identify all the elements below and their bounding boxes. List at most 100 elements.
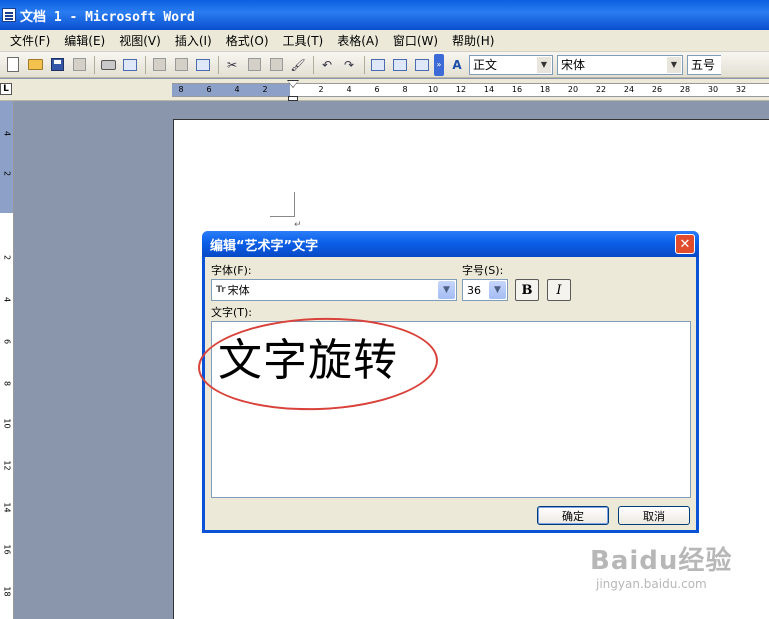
ruler-tick: 16 (511, 85, 523, 94)
hyperlink-icon (371, 58, 385, 71)
menu-edit[interactable]: 编辑(E) (64, 32, 113, 49)
ruler-tick: 2 (318, 85, 324, 94)
ruler-tick: 12 (2, 460, 12, 471)
ruler-tick: 14 (2, 502, 12, 513)
ok-button[interactable]: 确定 (537, 506, 609, 525)
menu-window[interactable]: 窗口(W) (393, 32, 446, 49)
cancel-button[interactable]: 取消 (618, 506, 690, 525)
ruler-tick: 8 (178, 85, 184, 94)
spelling-button[interactable] (171, 55, 191, 75)
size-combo[interactable]: 36 ▼ (462, 279, 508, 301)
close-icon: ✕ (679, 236, 691, 252)
chevron-down-icon[interactable]: ▼ (438, 281, 455, 299)
style-select[interactable]: 正文 ▼ (469, 54, 553, 75)
ruler-tick: 8 (402, 85, 408, 94)
font-combo[interactable]: Tr 宋体 ▼ (211, 279, 457, 301)
indent-markers[interactable] (287, 80, 299, 101)
menu-tools[interactable]: 工具(T) (283, 32, 332, 49)
toolbar-separator (145, 55, 146, 74)
ruler-tick: 6 (206, 85, 212, 94)
hyperlink-button[interactable] (368, 55, 388, 75)
print-icon (100, 59, 116, 70)
standard-toolbar: ✂ 🖌 ↶ ↷ » A 正文 ▼ 宋体 ▼ 五号 (0, 52, 769, 78)
ruler-tick: 6 (2, 338, 12, 345)
print-preview-button[interactable] (120, 55, 140, 75)
ruler-tick: 2 (2, 170, 12, 177)
ruler-tick: 10 (2, 418, 12, 429)
menu-view[interactable]: 视图(V) (119, 32, 169, 49)
close-button[interactable]: ✕ (675, 234, 695, 254)
font-label: 字体(F): (211, 264, 252, 277)
menu-insert[interactable]: 插入(I) (175, 32, 220, 49)
chevron-down-icon[interactable]: ▼ (489, 281, 506, 299)
bold-button[interactable]: B (515, 279, 539, 301)
ruler-tick: 14 (483, 85, 495, 94)
find-icon (196, 58, 210, 71)
baidu-logo: Baidu经验 (590, 546, 733, 576)
new-document-button[interactable] (3, 55, 23, 75)
tables-borders-button[interactable] (390, 55, 410, 75)
insert-table-button[interactable] (412, 55, 432, 75)
ruler-tick: 10 (427, 85, 439, 94)
toolbar-separator (218, 55, 219, 74)
font-combo-value: 宋体 (227, 284, 250, 297)
open-button[interactable] (25, 55, 45, 75)
truetype-font-icon: Tr (216, 285, 226, 295)
toolbar-options-button[interactable]: » (434, 53, 444, 76)
save-icon (50, 58, 64, 71)
menu-help[interactable]: 帮助(H) (452, 32, 502, 49)
ruler-tick: 4 (234, 85, 240, 94)
ruler-tick: 16 (2, 544, 12, 555)
size-label: 字号(S): (462, 264, 504, 277)
dialog-titlebar: 编辑“艺术字”文字 ✕ (202, 231, 699, 257)
italic-button[interactable]: I (547, 279, 571, 301)
undo-button[interactable]: ↶ (317, 55, 337, 75)
left-indent-marker[interactable] (288, 96, 298, 101)
paragraph-mark-icon: ↵ (294, 220, 302, 230)
save-button[interactable] (47, 55, 67, 75)
ruler-tick: 32 (735, 85, 747, 94)
horizontal-ruler: L 8 6 4 2 2 4 6 8 10 12 14 16 18 20 22 2… (0, 79, 769, 101)
research-button[interactable] (149, 55, 169, 75)
permission-icon (72, 58, 86, 71)
menu-format[interactable]: 格式(O) (226, 32, 277, 49)
ruler-tick: 6 (374, 85, 380, 94)
open-folder-icon (27, 59, 43, 70)
edit-wordart-dialog: 编辑“艺术字”文字 ✕ 字体(F): Tr 宋体 ▼ 字号(S): 36 ▼ B… (196, 231, 699, 533)
dialog-title: 编辑“艺术字”文字 (210, 238, 319, 254)
menu-file[interactable]: 文件(F) (10, 32, 58, 49)
styles-formatting-button[interactable]: A (447, 55, 467, 75)
ruler-tick: 18 (539, 85, 551, 94)
ruler-tick: 28 (679, 85, 691, 94)
undo-icon: ↶ (321, 57, 333, 72)
style-select-value: 正文 (473, 58, 498, 72)
font-size-select[interactable]: 五号 (687, 54, 721, 75)
paste-button[interactable] (266, 55, 286, 75)
redo-button[interactable]: ↷ (339, 55, 359, 75)
font-select[interactable]: 宋体 ▼ (557, 54, 683, 75)
copy-button[interactable] (244, 55, 264, 75)
format-painter-button[interactable]: 🖌 (288, 55, 308, 75)
permission-button[interactable] (69, 55, 89, 75)
find-button[interactable] (193, 55, 213, 75)
cut-button[interactable]: ✂ (222, 55, 242, 75)
ruler-tick: 12 (455, 85, 467, 94)
tab-stop-selector[interactable]: L (0, 83, 12, 95)
text-label: 文字(T): (211, 306, 253, 319)
toolbar-separator (94, 55, 95, 74)
wordart-text-input[interactable]: 文字旋转 (196, 313, 691, 498)
print-preview-icon (123, 58, 137, 71)
menu-table[interactable]: 表格(A) (337, 32, 387, 49)
print-button[interactable] (98, 55, 118, 75)
size-combo-value: 36 (467, 283, 481, 297)
word-document-icon (2, 8, 16, 22)
window-title: 文档 1 - Microsoft Word (20, 9, 195, 25)
ruler-tick: 4 (2, 296, 12, 303)
chevron-down-icon[interactable]: ▼ (667, 56, 681, 73)
ruler-left-margin (172, 84, 290, 96)
ruler-strip[interactable]: 8 6 4 2 2 4 6 8 10 12 14 16 18 20 22 24 … (172, 83, 769, 97)
watermark-url: jingyan.baidu.com (596, 577, 707, 591)
chevron-down-icon[interactable]: ▼ (537, 56, 551, 73)
ruler-tick: 22 (595, 85, 607, 94)
font-size-select-value: 五号 (691, 58, 716, 72)
